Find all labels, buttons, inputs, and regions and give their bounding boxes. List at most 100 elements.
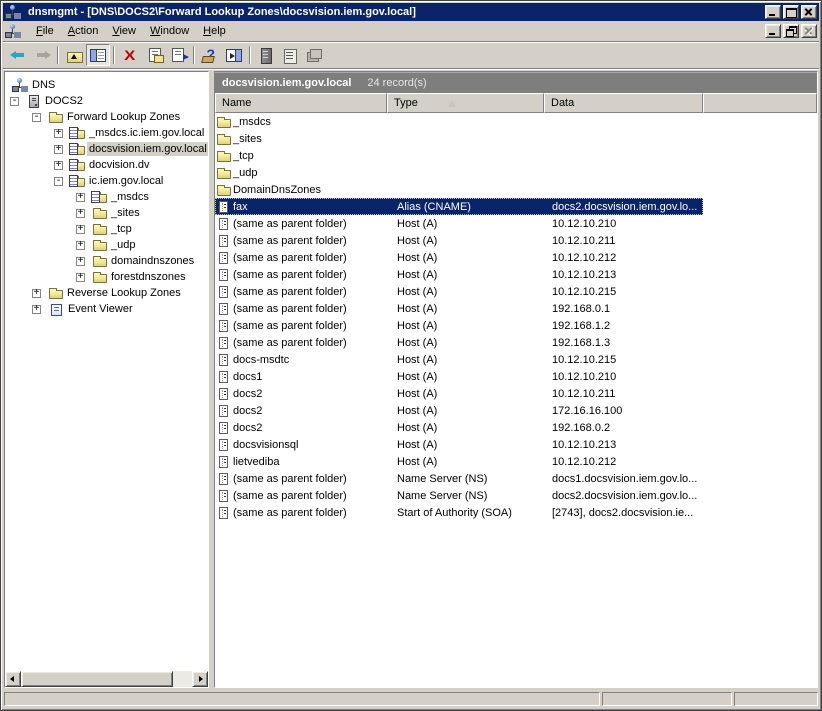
delete-button[interactable]: [118, 44, 142, 66]
up-one-level-button[interactable]: [62, 44, 86, 66]
table-row[interactable]: lietvediba Host (A) 10.12.10.212: [215, 453, 817, 470]
expander-icon[interactable]: +: [32, 289, 41, 298]
minimize-button[interactable]: [765, 5, 781, 19]
record-data: 10.12.10.210: [544, 215, 703, 232]
scrollbar-thumb[interactable]: [21, 671, 173, 687]
table-row[interactable]: _sites: [215, 130, 817, 147]
menu-item[interactable]: Window: [143, 23, 196, 39]
tree-item-reverse-lookup-zones[interactable]: + Reverse Lookup Zones: [5, 285, 208, 301]
tree-horizontal-scrollbar[interactable]: [5, 671, 208, 687]
scroll-right-button[interactable]: [192, 671, 208, 687]
folders-button[interactable]: [302, 44, 326, 66]
expander-icon[interactable]: +: [54, 161, 63, 170]
table-row[interactable]: docs1 Host (A) 10.12.10.210: [215, 368, 817, 385]
column-header-name-label: Name: [222, 97, 251, 109]
show-console-tree-button[interactable]: [86, 44, 110, 66]
table-row[interactable]: _msdcs: [215, 113, 817, 130]
menu-item[interactable]: File: [29, 23, 61, 39]
table-row[interactable]: (same as parent folder) Host (A) 10.12.1…: [215, 283, 817, 300]
tree-item-msdcs[interactable]: + _msdcs: [5, 189, 208, 205]
record-icon: [219, 456, 228, 468]
expander-icon[interactable]: -: [10, 97, 19, 106]
tree-item-docs2[interactable]: - DOCS2: [5, 93, 208, 109]
forward-button[interactable]: [30, 44, 54, 66]
record-name: DomainDnsZones: [233, 184, 321, 196]
expander-icon[interactable]: +: [76, 273, 85, 282]
record-type: Host (A): [387, 215, 544, 232]
table-row[interactable]: DomainDnsZones: [215, 181, 817, 198]
table-row[interactable]: docs2 Host (A) 192.168.0.2: [215, 419, 817, 436]
table-row[interactable]: (same as parent folder) Host (A) 192.168…: [215, 334, 817, 351]
record-type: Host (A): [387, 351, 544, 368]
clipboard-button[interactable]: [278, 44, 302, 66]
expander-icon[interactable]: -: [32, 113, 41, 122]
record-icon: [219, 388, 228, 400]
tree-item-ic-iem-gov-local[interactable]: - ic.iem.gov.local: [5, 173, 208, 189]
table-row[interactable]: _udp: [215, 164, 817, 181]
tree-item-forward-lookup-zones[interactable]: - Forward Lookup Zones: [5, 109, 208, 125]
tree-item-dns[interactable]: DNS: [5, 77, 208, 93]
table-row[interactable]: docs2 Host (A) 10.12.10.211: [215, 385, 817, 402]
expander-icon[interactable]: +: [76, 257, 85, 266]
record-data: 10.12.10.213: [544, 266, 703, 283]
expander-icon[interactable]: -: [54, 177, 63, 186]
table-row[interactable]: fax Alias (CNAME) docs2.docsvision.iem.g…: [215, 198, 817, 215]
table-row[interactable]: (same as parent folder) Start of Authori…: [215, 504, 817, 521]
table-row[interactable]: _tcp: [215, 147, 817, 164]
expander-icon[interactable]: +: [54, 129, 63, 138]
close-button[interactable]: [801, 5, 817, 19]
server-button[interactable]: [254, 44, 278, 66]
table-row[interactable]: (same as parent folder) Name Server (NS)…: [215, 487, 817, 504]
tree-item-sites[interactable]: + _sites: [5, 205, 208, 221]
expander-icon[interactable]: +: [76, 193, 85, 202]
toolbar-separator: [110, 44, 118, 66]
tree-item-msdcs-ic-iem-gov-local[interactable]: + _msdcs.ic.iem.gov.local: [5, 125, 208, 141]
table-row[interactable]: docs2 Host (A) 172.16.16.100: [215, 402, 817, 419]
title-bar[interactable]: dnsmgmt - [DNS\DOCS2\Forward Lookup Zone…: [3, 3, 819, 21]
maximize-button[interactable]: [783, 5, 799, 19]
table-row[interactable]: (same as parent folder) Host (A) 10.12.1…: [215, 266, 817, 283]
tree-item-label: DOCS2: [43, 94, 85, 108]
tree-item-domaindnszones[interactable]: + domaindnszones: [5, 253, 208, 269]
table-row[interactable]: docsvisionsql Host (A) 10.12.10.213: [215, 436, 817, 453]
help-button[interactable]: [198, 44, 222, 66]
tree-item-udp[interactable]: + _udp: [5, 237, 208, 253]
menu-item[interactable]: Help: [196, 23, 233, 39]
menu-item[interactable]: Action: [61, 23, 106, 39]
table-row[interactable]: (same as parent folder) Host (A) 10.12.1…: [215, 249, 817, 266]
column-header-name[interactable]: Name: [215, 93, 387, 113]
tree-item-docvision-dv[interactable]: + docvision.dv: [5, 157, 208, 173]
column-header-type[interactable]: Type: [387, 93, 544, 113]
table-row[interactable]: (same as parent folder) Name Server (NS)…: [215, 470, 817, 487]
tree-item-label: _msdcs.ic.iem.gov.local: [87, 126, 206, 140]
expander-icon[interactable]: +: [76, 241, 85, 250]
table-row[interactable]: (same as parent folder) Host (A) 192.168…: [215, 317, 817, 334]
record-data: [544, 181, 703, 198]
menu-item[interactable]: View: [105, 23, 143, 39]
scrollbar-track[interactable]: [173, 671, 192, 687]
tree-item-tcp[interactable]: + _tcp: [5, 221, 208, 237]
table-row[interactable]: docs-msdtc Host (A) 10.12.10.215: [215, 351, 817, 368]
record-type: Host (A): [387, 385, 544, 402]
show-action-pane-button[interactable]: [222, 44, 246, 66]
expander-icon[interactable]: +: [32, 305, 41, 314]
tree-item-docsvision-iem-gov-local[interactable]: + docsvision.iem.gov.local: [5, 141, 208, 157]
tree-item-event-viewer[interactable]: + Event Viewer: [5, 301, 208, 317]
back-button[interactable]: [6, 44, 30, 66]
child-close-button[interactable]: [801, 24, 817, 38]
table-row[interactable]: (same as parent folder) Host (A) 192.168…: [215, 300, 817, 317]
table-row[interactable]: (same as parent folder) Host (A) 10.12.1…: [215, 232, 817, 249]
child-minimize-button[interactable]: [765, 24, 781, 38]
table-row[interactable]: (same as parent folder) Host (A) 10.12.1…: [215, 215, 817, 232]
column-header-data[interactable]: Data: [544, 93, 703, 113]
child-restore-button[interactable]: [783, 24, 799, 38]
export-list-button[interactable]: [166, 44, 190, 66]
tree-item-forestdnszones[interactable]: + forestdnszones: [5, 269, 208, 285]
record-type: [387, 164, 544, 181]
scroll-left-button[interactable]: [5, 671, 21, 687]
app-icon: [5, 5, 20, 19]
expander-icon[interactable]: +: [76, 225, 85, 234]
properties-button[interactable]: [142, 44, 166, 66]
expander-icon[interactable]: +: [76, 209, 85, 218]
expander-icon[interactable]: +: [54, 145, 63, 154]
